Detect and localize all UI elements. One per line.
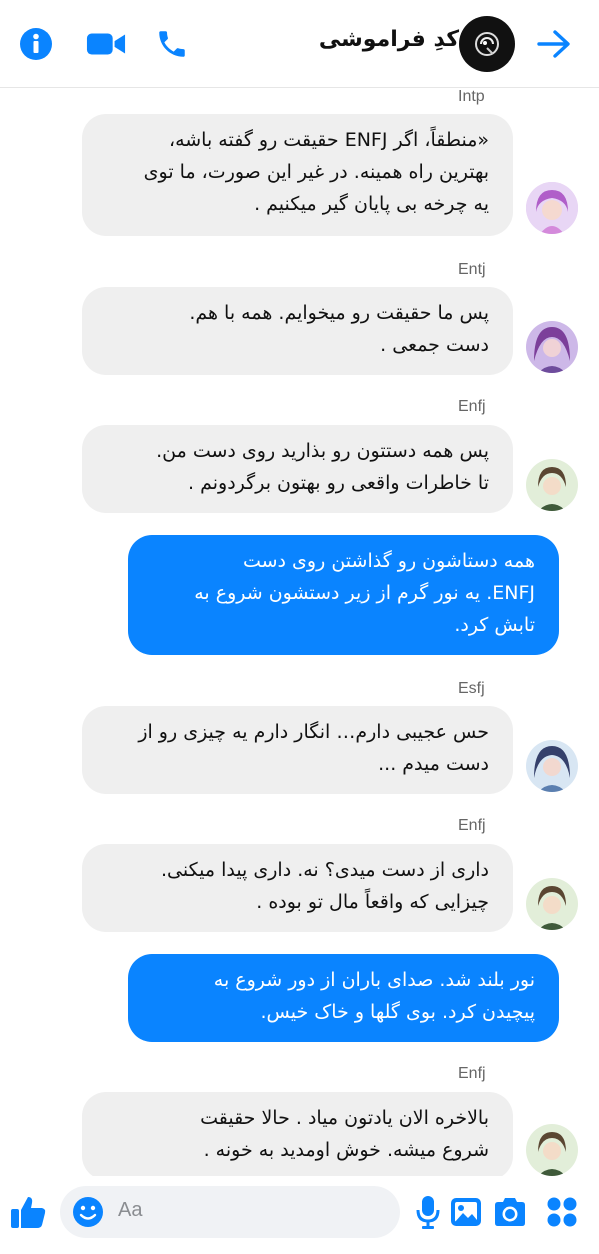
like-icon[interactable]: [8, 1192, 48, 1232]
phone-icon[interactable]: [152, 24, 192, 64]
sender-avatar[interactable]: [526, 740, 578, 792]
sender-name: Enfj: [458, 398, 486, 415]
message-placeholder: Aa: [118, 1199, 143, 1221]
group-avatar[interactable]: [459, 16, 515, 72]
sender-avatar[interactable]: [526, 1124, 578, 1176]
conversation-title[interactable]: کدِ فراموشی: [319, 27, 459, 52]
chat-header: کدِ فراموشی: [0, 0, 599, 88]
message-composer: Aa: [0, 1176, 599, 1254]
sender-avatar[interactable]: [526, 321, 578, 373]
message-bubble[interactable]: پس ما حقیقت رو میخوایم. همه با هم. دست ج…: [82, 287, 513, 375]
sender-name: Enfj: [458, 817, 486, 834]
apps-grid-icon[interactable]: [542, 1192, 582, 1232]
sender-name: Enfj: [458, 1065, 486, 1082]
message-bubble[interactable]: پس همه دستتون رو بذارید روی دست من. تا خ…: [82, 425, 513, 513]
sender-avatar[interactable]: [526, 459, 578, 511]
sender-name: Intp: [458, 88, 485, 105]
sender-avatar[interactable]: [526, 182, 578, 234]
info-icon[interactable]: [16, 24, 56, 64]
camera-icon[interactable]: [490, 1192, 530, 1232]
message-list[interactable]: Intp «منطقاً، اگر ENFJ حقیقت رو گفته باش…: [0, 88, 599, 1176]
video-call-icon[interactable]: [86, 24, 126, 64]
sender-name: Esfj: [458, 680, 485, 697]
message-bubble-outgoing[interactable]: نور بلند شد. صدای باران از دور شروع به پ…: [128, 954, 559, 1042]
message-bubble-outgoing[interactable]: همه دستاشون رو گذاشتن روی دست ENFJ. یه ن…: [128, 535, 559, 655]
message-bubble[interactable]: بالاخره الان یادتون میاد . حالا حقیقت شر…: [82, 1092, 513, 1176]
sender-avatar[interactable]: [526, 878, 578, 930]
message-bubble[interactable]: «منطقاً، اگر ENFJ حقیقت رو گفته باشه، به…: [82, 114, 513, 236]
microphone-icon[interactable]: [408, 1192, 448, 1232]
back-arrow-icon[interactable]: [534, 24, 574, 64]
message-bubble[interactable]: حس عجیبی دارم… انگار دارم یه چیزی رو از …: [82, 706, 513, 794]
gallery-icon[interactable]: [446, 1192, 486, 1232]
message-bubble[interactable]: داری از دست میدی؟ نه. داری پیدا میکنی. چ…: [82, 844, 513, 932]
emoji-icon[interactable]: [72, 1196, 104, 1232]
sender-name: Entj: [458, 261, 486, 278]
message-input[interactable]: Aa: [60, 1186, 400, 1238]
